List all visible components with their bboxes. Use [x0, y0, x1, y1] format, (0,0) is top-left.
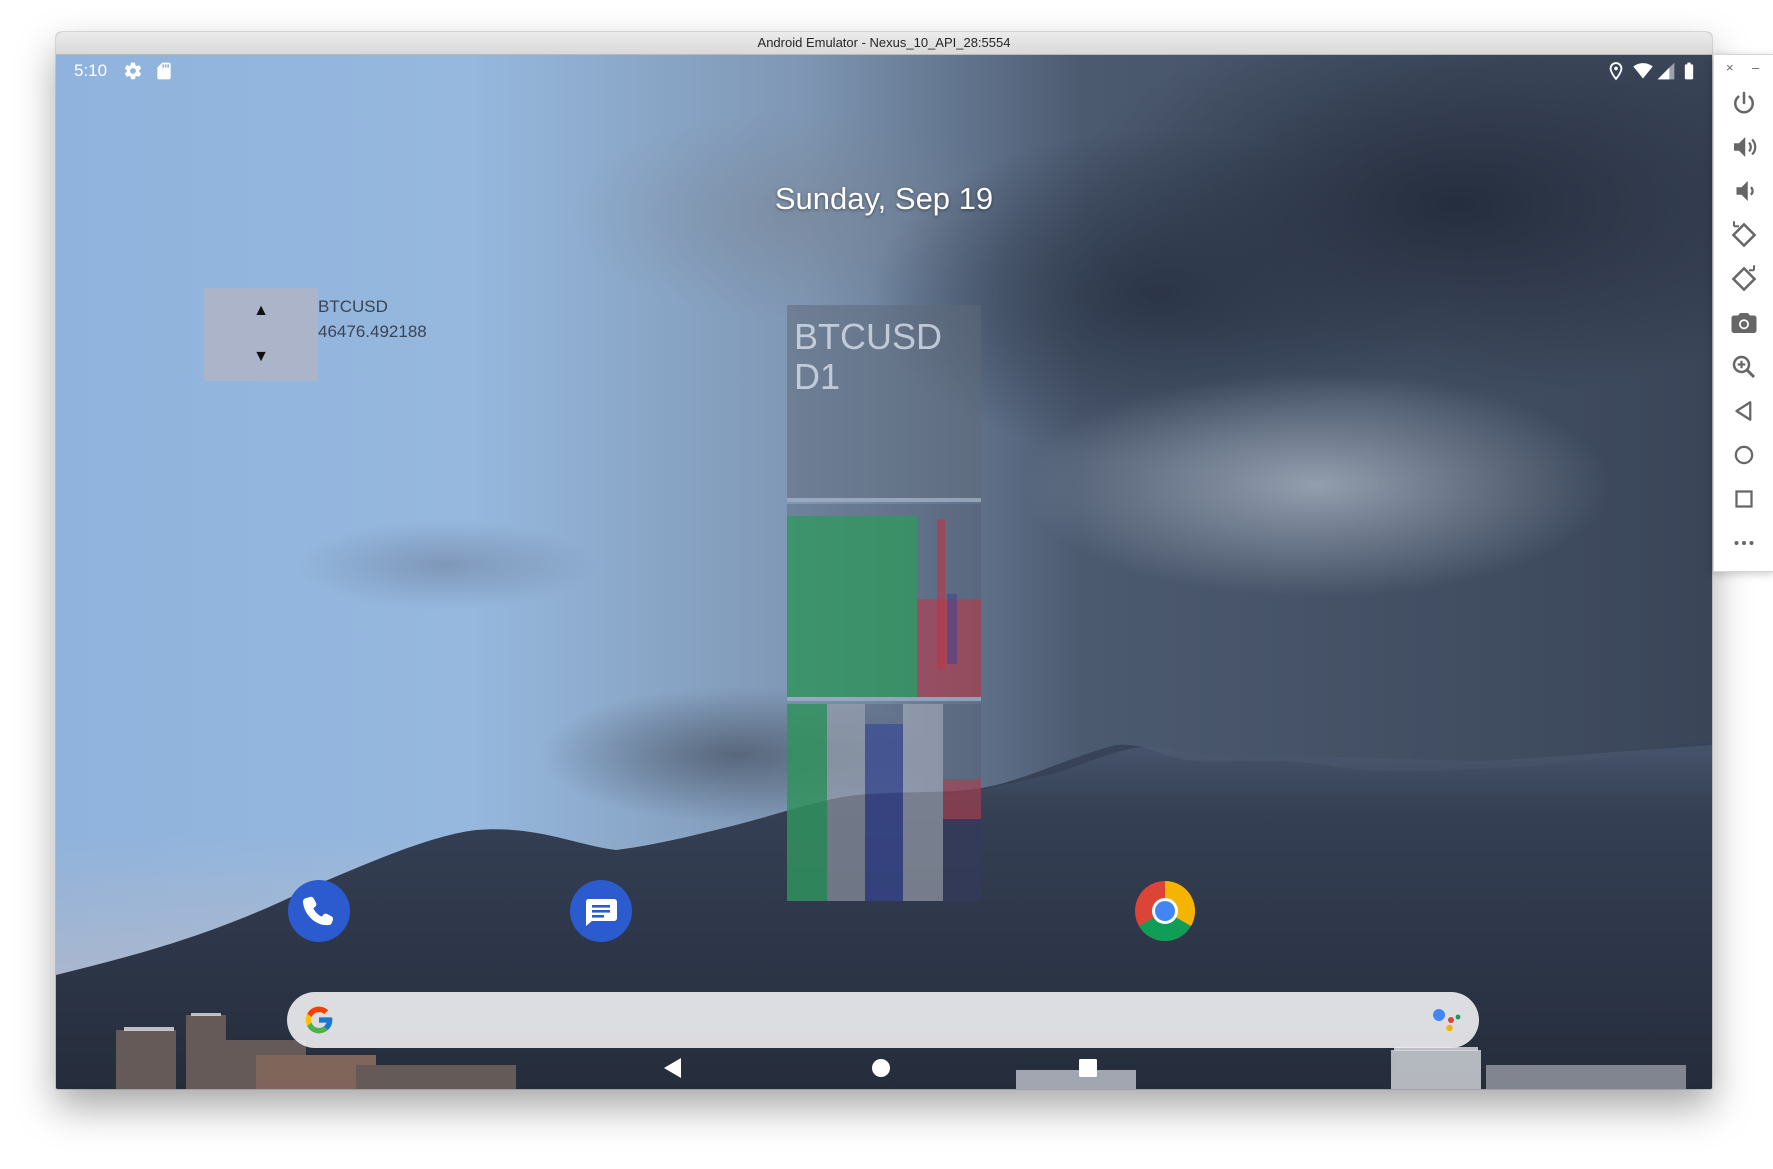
chart-symbol: BTCUSD	[794, 316, 943, 357]
indicator-grey-bar-2	[903, 704, 943, 901]
rotate-right-icon	[1731, 265, 1757, 292]
window-title-bar[interactable]: Android Emulator - Nexus_10_API_28:5554	[56, 32, 1712, 55]
power-icon	[1734, 91, 1754, 114]
indicator-red-bar	[943, 779, 981, 819]
messages-icon	[586, 899, 617, 926]
phone-icon	[302, 896, 334, 926]
screenshot-button[interactable]	[1729, 308, 1759, 338]
status-time: 5:10	[74, 61, 108, 80]
home-icon	[1734, 445, 1754, 465]
indicator-grey-bar	[827, 704, 865, 901]
volume-down-icon	[1736, 181, 1754, 201]
chart-panel-indicator	[787, 704, 981, 901]
side-overview-button[interactable]	[1729, 484, 1759, 514]
wifi-icon	[1633, 63, 1653, 79]
ticker-price: 46476.492188	[318, 322, 427, 341]
chart-panel-candles	[787, 504, 981, 701]
gear-icon	[124, 62, 142, 80]
ticker-symbol: BTCUSD	[318, 297, 388, 316]
google-g-icon	[305, 1006, 333, 1034]
chrome-app-icon[interactable]	[1134, 880, 1196, 942]
blue-bar	[947, 594, 957, 664]
overview-icon	[1735, 490, 1753, 508]
rotate-left-button[interactable]	[1729, 220, 1759, 250]
indicator-green-bar	[787, 704, 827, 901]
bull-candle-block	[787, 516, 917, 697]
volume-down-button[interactable]	[1729, 176, 1759, 206]
bear-wick	[937, 519, 945, 669]
close-button[interactable]: ×	[1726, 60, 1734, 75]
recents-icon	[1079, 1059, 1097, 1077]
side-back-button[interactable]	[1729, 396, 1759, 426]
status-bar: 5:10	[56, 55, 1712, 89]
more-icon	[1734, 541, 1754, 545]
ticker-up-button[interactable]: ▲	[204, 288, 318, 334]
rotate-left-icon	[1731, 221, 1757, 248]
power-button[interactable]	[1729, 88, 1759, 118]
emulator-window: Android Emulator - Nexus_10_API_28:5554	[56, 32, 1712, 1089]
more-button[interactable]	[1729, 528, 1759, 558]
nav-recents-button[interactable]	[1077, 1057, 1099, 1079]
chart-widget[interactable]: BTCUSD D1	[787, 305, 981, 901]
cell-signal-icon	[1657, 62, 1675, 80]
zoom-button[interactable]	[1729, 352, 1759, 382]
nav-home-button[interactable]	[869, 1056, 893, 1080]
google-assistant-icon[interactable]	[1431, 1006, 1463, 1034]
emulator-side-toolbar: × –	[1713, 54, 1773, 572]
minimize-button[interactable]: –	[1752, 60, 1759, 75]
back-icon	[664, 1058, 681, 1078]
volume-up-icon	[1734, 137, 1757, 157]
camera-icon	[1731, 313, 1757, 333]
chrome-icon	[1135, 881, 1196, 942]
chart-candles-graphic	[787, 516, 981, 697]
volume-up-button[interactable]	[1729, 132, 1759, 162]
chart-widget-header: BTCUSD D1	[787, 305, 981, 502]
window-title: Android Emulator - Nexus_10_API_28:5554	[757, 35, 1011, 50]
android-home-screen[interactable]: 5:10 Sunday, Sep 19 ▲ ▼ BTCUSD 46476.492…	[56, 55, 1712, 1089]
sd-card-icon	[157, 62, 171, 80]
home-date[interactable]: Sunday, Sep 19	[56, 181, 1712, 217]
messages-app-icon[interactable]	[570, 880, 632, 942]
chart-indicator-graphic	[787, 704, 981, 901]
indicator-dark-bar	[943, 819, 981, 901]
phone-app-icon[interactable]	[288, 880, 350, 942]
rotate-right-button[interactable]	[1729, 264, 1759, 294]
desktop: Android Emulator - Nexus_10_API_28:5554	[0, 0, 1773, 1169]
location-icon	[1609, 62, 1623, 81]
back-icon	[1735, 401, 1752, 421]
chart-timeframe: D1	[794, 356, 841, 397]
battery-icon	[1684, 62, 1694, 80]
ticker-down-button[interactable]: ▼	[204, 334, 318, 380]
indicator-blue-bar	[865, 724, 903, 901]
ticker-info[interactable]: BTCUSD 46476.492188	[318, 294, 427, 344]
side-home-button[interactable]	[1729, 440, 1759, 470]
zoom-icon	[1732, 355, 1756, 379]
google-search-bar[interactable]	[287, 992, 1479, 1048]
ticker-arrow-panel: ▲ ▼	[204, 288, 318, 381]
home-icon	[872, 1059, 890, 1077]
nav-back-button[interactable]	[660, 1055, 686, 1081]
chart-widget-title: BTCUSD D1	[794, 317, 942, 397]
